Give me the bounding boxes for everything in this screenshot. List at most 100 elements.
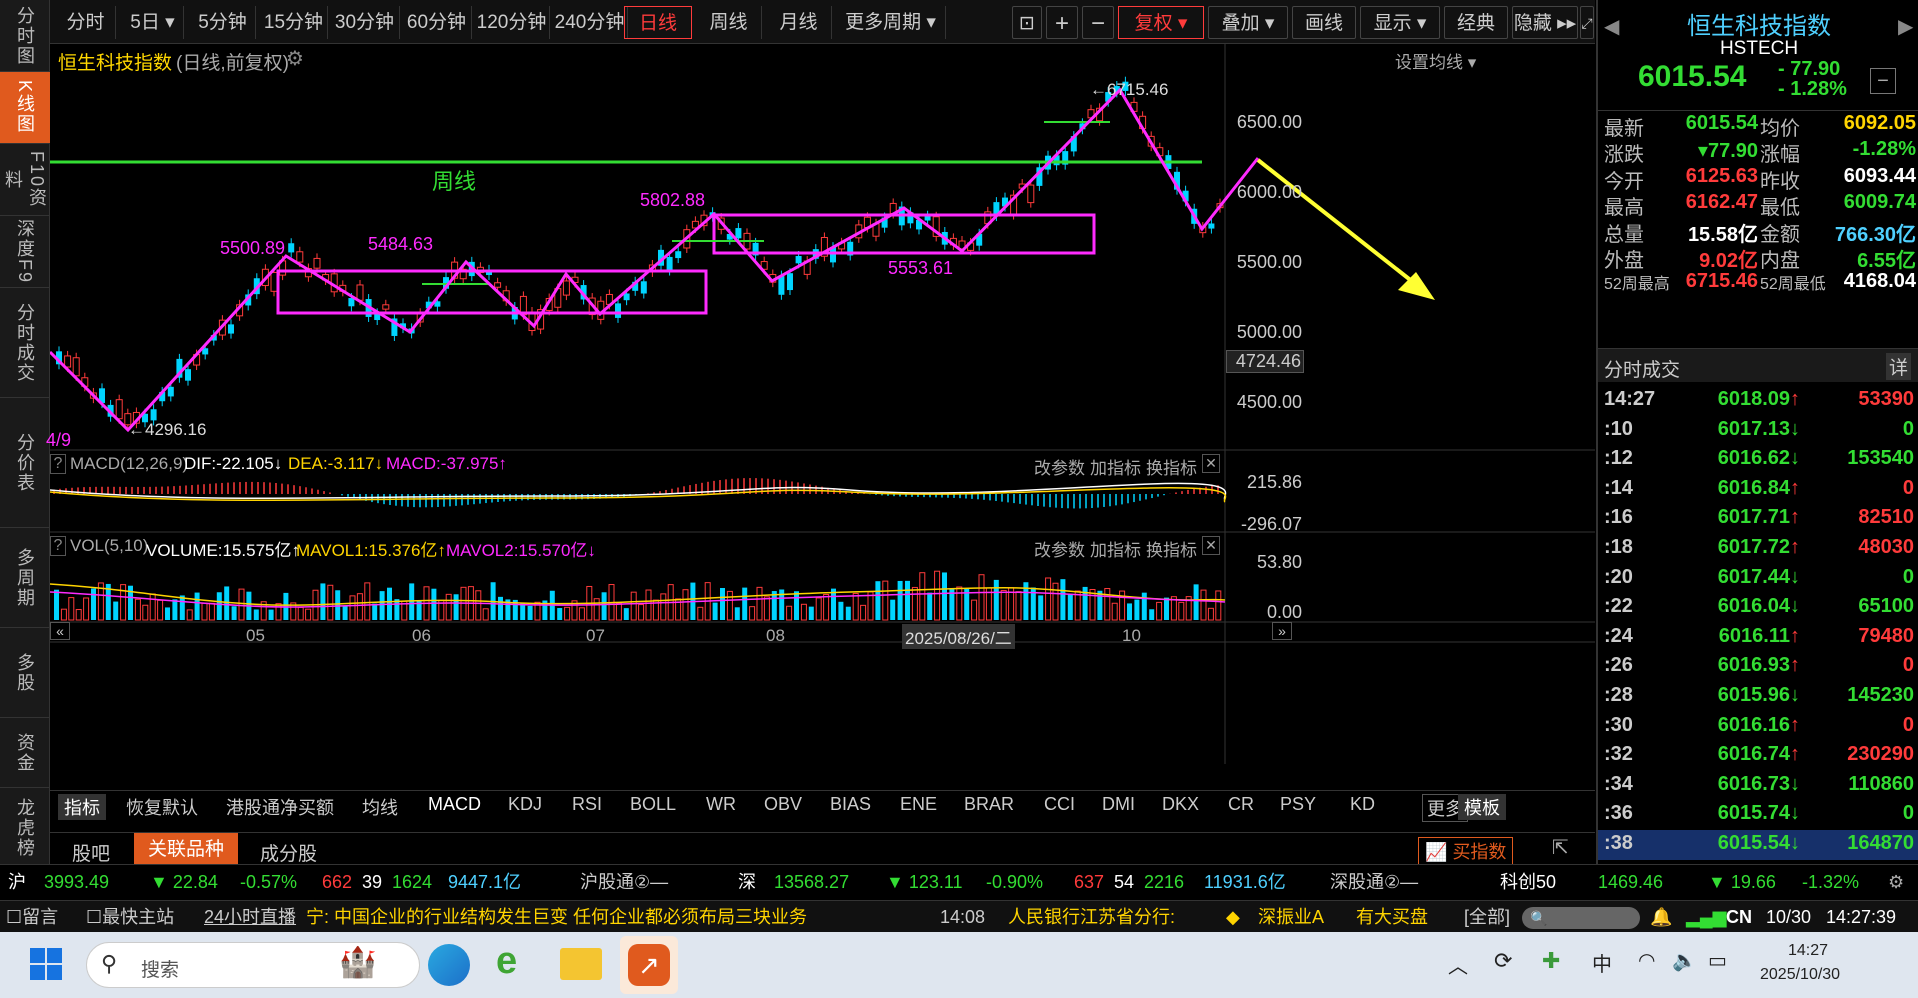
period-more[interactable]: 更多周期 ▾	[836, 6, 946, 39]
tab-cci[interactable]: CCI	[1044, 794, 1075, 815]
nav-depth[interactable]: 深度F9	[0, 216, 50, 288]
taskbar-date[interactable]: 2025/10/30	[1760, 966, 1840, 984]
tab-ene[interactable]: ENE	[900, 794, 937, 815]
period-15min[interactable]: 15分钟	[260, 6, 328, 39]
ime-indicator[interactable]: 中	[1592, 948, 1612, 977]
sh-value[interactable]: 3993.49	[44, 868, 109, 896]
vol-help-icon[interactable]: ?	[50, 536, 66, 556]
plus-icon[interactable]: +	[1046, 6, 1078, 39]
tab-bias[interactable]: BIAS	[830, 794, 871, 815]
sync-icon[interactable]: ⟳	[1494, 948, 1512, 974]
nav-ticks[interactable]: 分时成交	[0, 288, 50, 398]
windows-start-icon[interactable]	[30, 948, 62, 980]
nav-fund[interactable]: 资金	[0, 718, 50, 788]
nav-multi-stock[interactable]: 多股	[0, 628, 50, 718]
period-240min[interactable]: 240分钟	[552, 6, 628, 39]
period-5min[interactable]: 5分钟	[190, 6, 256, 39]
tick-row[interactable]: :22 6016.04 ↓ 65100	[1598, 593, 1918, 623]
macd-edit-params[interactable]: 改参数	[1034, 454, 1085, 479]
battery-icon[interactable]: ▭	[1708, 948, 1727, 973]
period-120min[interactable]: 120分钟	[474, 6, 550, 39]
tick-row[interactable]: :18 6017.72 ↑ 48030	[1598, 534, 1918, 564]
ie-icon[interactable]: e	[496, 940, 517, 983]
minus-icon[interactable]: −	[1082, 6, 1114, 39]
wifi-icon[interactable]: ◠	[1638, 948, 1655, 973]
tab-boll[interactable]: BOLL	[630, 794, 676, 815]
macd-swap-indicator[interactable]: 换指标	[1146, 454, 1197, 479]
macd-help-icon[interactable]: ?	[50, 454, 66, 474]
fullscreen-icon[interactable]: ⤢	[1580, 6, 1594, 39]
vol-swap-indicator[interactable]: 换指标	[1146, 536, 1197, 561]
tab-cr[interactable]: CR	[1228, 794, 1254, 815]
headline[interactable]: 宁: 中国企业的行业结构发生巨变 任何企业都必须布局三块业务	[306, 903, 807, 931]
tick-row[interactable]: :20 6017.44 ↓ 0	[1598, 564, 1918, 594]
buy-index-button[interactable]: 📈 买指数	[1418, 837, 1514, 865]
bell-icon[interactable]: 🔔	[1650, 903, 1672, 931]
vol-edit-params[interactable]: 改参数	[1034, 536, 1085, 561]
tab-hk-net-buy[interactable]: 港股通净买额	[226, 794, 334, 820]
tab-obv[interactable]: OBV	[764, 794, 802, 815]
tick-row[interactable]: :10 6017.13 ↓ 0	[1598, 416, 1918, 446]
folder-icon[interactable]	[560, 948, 602, 980]
tab-kd[interactable]: KD	[1350, 794, 1375, 815]
sz-value[interactable]: 13568.27	[774, 868, 849, 896]
edge-icon[interactable]	[428, 944, 470, 986]
tab-indicator[interactable]: 指标	[58, 794, 106, 820]
tick-row[interactable]: :38 6015.54 ↓ 164870	[1598, 830, 1918, 860]
display-dropdown[interactable]: 显示 ▾	[1360, 6, 1440, 39]
tick-row[interactable]: :12 6016.62 ↓ 153540	[1598, 445, 1918, 475]
period-weekly[interactable]: 周线	[696, 6, 762, 39]
nav-dragon[interactable]: 龙虎榜	[0, 788, 50, 868]
tick-row[interactable]: :32 6016.74 ↑ 230290	[1598, 741, 1918, 771]
nav-fenshi[interactable]: 分时图	[0, 0, 50, 72]
tab-related[interactable]: 关联品种	[134, 833, 239, 867]
main-server-link[interactable]: ☐最快主站	[86, 903, 174, 931]
period-monthly[interactable]: 月线	[766, 6, 832, 39]
period-5day[interactable]: 5日 ▾	[122, 6, 184, 39]
ticks-detail-button[interactable]: 详	[1886, 353, 1912, 380]
tab-brar[interactable]: BRAR	[964, 794, 1014, 815]
classic-button[interactable]: 经典	[1444, 6, 1508, 39]
tab-macd[interactable]: MACD	[428, 794, 481, 815]
tick-row[interactable]: :26 6016.93 ↑ 0	[1598, 652, 1918, 682]
kc-value[interactable]: 1469.46	[1598, 868, 1663, 896]
all-link[interactable]: [全部]	[1464, 903, 1510, 931]
volume-icon[interactable]: 🔈	[1672, 948, 1697, 973]
popout-icon[interactable]: ⇱	[1552, 835, 1569, 860]
period-daily[interactable]: 日线	[624, 6, 692, 39]
tick-row[interactable]: :16 6017.71 ↑ 82510	[1598, 504, 1918, 534]
tab-wr[interactable]: WR	[706, 794, 736, 815]
nav-f10[interactable]: F10资料	[0, 144, 50, 216]
tab-restore-default[interactable]: 恢复默认	[126, 794, 198, 820]
taskbar-time[interactable]: 14:27	[1788, 942, 1828, 960]
period-60min[interactable]: 60分钟	[402, 6, 472, 39]
kline-svg[interactable]	[50, 44, 1595, 764]
settings-gear-icon[interactable]: ⚙	[1888, 868, 1904, 896]
tab-guba[interactable]: 股吧	[72, 839, 110, 866]
scroll-left-icon[interactable]: «	[50, 622, 70, 640]
hgt-link[interactable]: 沪股通②—	[580, 868, 668, 896]
macd-add-indicator[interactable]: 加指标	[1090, 454, 1141, 479]
taskbar-search[interactable]: ⚲ 搜索 🏰	[86, 942, 420, 988]
fuquan-dropdown[interactable]: 复权 ▾	[1118, 6, 1204, 39]
tab-template[interactable]: 模板	[1458, 794, 1506, 820]
live-link[interactable]: 24小时直播	[204, 903, 296, 931]
tick-row[interactable]: :14 6016.84 ↑ 0	[1598, 475, 1918, 505]
nav-multi-period[interactable]: 多周期	[0, 528, 50, 628]
tab-dmi[interactable]: DMI	[1102, 794, 1135, 815]
news-2[interactable]: 人民银行江苏省分行:	[1008, 903, 1175, 931]
sgt-link[interactable]: 深股通②—	[1330, 868, 1418, 896]
vol-add-indicator[interactable]: 加指标	[1090, 536, 1141, 561]
draw-line-button[interactable]: 画线	[1292, 6, 1356, 39]
tab-components[interactable]: 成分股	[260, 839, 317, 866]
tick-row[interactable]: :36 6015.74 ↓ 0	[1598, 800, 1918, 830]
tab-kdj[interactable]: KDJ	[508, 794, 542, 815]
macd-close-icon[interactable]: ✕	[1202, 454, 1220, 473]
lock-icon[interactable]: ⊡	[1012, 6, 1042, 39]
period-fenshi[interactable]: 分时	[56, 6, 116, 39]
taskbar-app-active[interactable]: ↗	[620, 936, 678, 994]
tick-row[interactable]: :30 6016.16 ↑ 0	[1598, 712, 1918, 742]
shield-icon[interactable]: ✚	[1542, 948, 1560, 974]
search-input[interactable]: 🔍	[1522, 907, 1640, 929]
message-link[interactable]: ☐留言	[6, 903, 58, 931]
